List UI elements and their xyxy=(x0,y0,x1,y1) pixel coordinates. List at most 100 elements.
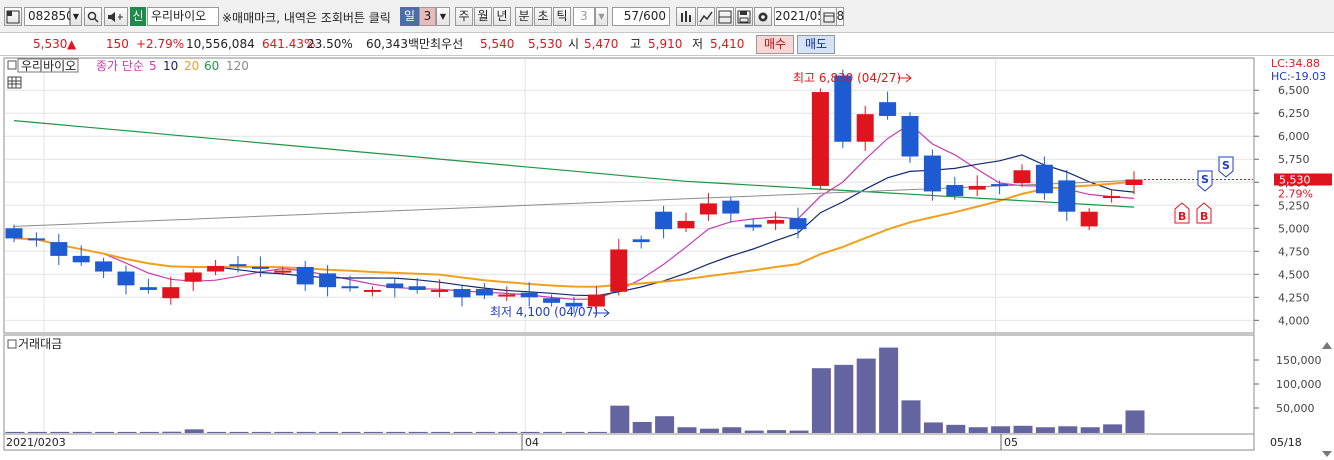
current-price-tag-label: 5,530 xyxy=(1279,173,1311,186)
y-tick-label: 4,500 xyxy=(1278,268,1310,281)
ma-legend-120: 120 xyxy=(226,59,249,73)
candle-body xyxy=(811,92,829,186)
volume-bar xyxy=(363,431,383,433)
volume-bar xyxy=(72,431,92,433)
high-label: 고 xyxy=(630,37,642,51)
candle-body xyxy=(1058,180,1076,212)
svg-text:B: B xyxy=(1178,210,1186,223)
calendar-icon[interactable] xyxy=(820,7,837,26)
candle-body xyxy=(95,261,113,272)
tab-tick[interactable]: 틱 xyxy=(553,7,571,26)
change-arrow: ▲ xyxy=(67,37,77,51)
volume-bar xyxy=(251,431,271,433)
volume-bar xyxy=(229,431,249,433)
tab-month[interactable]: 월 xyxy=(474,7,492,26)
y-tick-label: 4,000 xyxy=(1278,314,1310,327)
volume-bar xyxy=(744,430,764,433)
ma-legend-60: 60 xyxy=(204,59,219,73)
volume-value: 10,556,084 xyxy=(186,37,255,51)
sell-button[interactable]: 매도 xyxy=(797,35,835,54)
ma-legend-20: 20 xyxy=(184,59,199,73)
volume-bar xyxy=(319,431,339,433)
sound-icon[interactable] xyxy=(104,7,128,26)
candle-body xyxy=(767,219,785,224)
tab-day[interactable]: 일 xyxy=(400,7,419,26)
volume-bar xyxy=(699,428,719,433)
search-icon[interactable] xyxy=(84,7,102,26)
tab-day-dropdown[interactable]: ▼ xyxy=(436,7,450,26)
volume-bar xyxy=(162,431,182,433)
scroll-down-icon[interactable] xyxy=(1322,451,1332,457)
tab-year[interactable]: 년 xyxy=(493,7,511,26)
layout-icon[interactable] xyxy=(716,7,734,26)
volume-bar xyxy=(789,430,809,433)
data-count-field[interactable]: 57/600 xyxy=(612,7,670,26)
volume-bar xyxy=(1013,425,1033,433)
volume-bar xyxy=(386,431,406,433)
candle-body xyxy=(520,292,538,298)
volume-bar xyxy=(767,430,787,433)
candle-body xyxy=(991,184,1009,187)
candle-body xyxy=(341,286,359,289)
low-price: 5,410 xyxy=(710,37,745,51)
low-label: 저 xyxy=(692,37,704,51)
candle-body xyxy=(5,228,23,239)
volume-bar xyxy=(27,431,47,433)
candle-body xyxy=(72,255,90,263)
volume-bar xyxy=(453,431,473,433)
x-label-may: 05 xyxy=(1004,436,1018,449)
volume-bar xyxy=(1058,426,1078,433)
candle-body xyxy=(1103,196,1121,199)
volume-bar xyxy=(722,427,742,433)
price-chart[interactable]: 6,5006,2506,0005,7505,5005,2505,0004,750… xyxy=(0,56,1334,457)
best-bid-price: 5,530 xyxy=(528,37,563,51)
window-menu-icon[interactable] xyxy=(4,7,22,26)
candle-body xyxy=(1013,170,1031,184)
candle-body xyxy=(207,266,225,272)
tab-second[interactable]: 초 xyxy=(534,7,552,26)
notice-text: ※매매마크, 내역은 조회버튼 클릭 xyxy=(222,11,391,25)
volume-bar xyxy=(95,431,115,433)
candle-body xyxy=(229,264,247,267)
tab-day-count[interactable]: 3 xyxy=(419,7,436,26)
candle-body xyxy=(744,224,762,228)
volume-bar xyxy=(274,431,294,433)
volume-bar xyxy=(991,426,1011,433)
tab-week[interactable]: 주 xyxy=(455,7,473,26)
volume-bar xyxy=(341,431,361,433)
candle-body xyxy=(1080,211,1098,227)
candle-body xyxy=(162,287,180,299)
volume-bar xyxy=(632,421,652,433)
sub-period-dropdown[interactable]: ▼ xyxy=(595,7,608,26)
y-tick-label: 6,250 xyxy=(1278,107,1310,120)
table-icon[interactable] xyxy=(7,76,22,89)
stock-code-input[interactable]: 082850 xyxy=(24,7,74,26)
current-price: 5,530 xyxy=(33,37,68,51)
chart-tools-icon[interactable] xyxy=(676,7,696,26)
volume-bar xyxy=(856,358,876,433)
save-icon[interactable] xyxy=(735,7,753,26)
candle-body xyxy=(968,185,986,190)
candle-body xyxy=(1035,164,1053,194)
volume-bar xyxy=(587,431,607,433)
crosshair-icon[interactable] xyxy=(697,7,715,26)
high-annotation: 최고 6,830 (04/27) xyxy=(793,71,901,85)
volume-bar xyxy=(811,368,831,433)
scroll-up-icon[interactable] xyxy=(1322,342,1332,349)
tab-minute[interactable]: 분 xyxy=(515,7,533,26)
best-ask-price: 5,540 xyxy=(480,37,515,51)
candle-body xyxy=(856,114,874,142)
volume-bar xyxy=(50,431,70,433)
volume-bar xyxy=(901,400,921,433)
sub-period-field[interactable]: 3 xyxy=(573,7,595,26)
toolbar: 082850 ▼ 신 우리바이오 ※매매마크, 내역은 조회버튼 클릭 일 3 … xyxy=(0,0,1334,33)
stock-name-field[interactable]: 우리바이오 xyxy=(147,7,219,26)
code-dropdown-button[interactable]: ▼ xyxy=(70,7,82,26)
open-label: 시 xyxy=(568,37,580,51)
candle-body xyxy=(453,289,471,298)
candle-body xyxy=(251,266,269,269)
candle-body xyxy=(655,211,673,230)
settings-gear-icon[interactable] xyxy=(754,7,772,26)
buy-button[interactable]: 매수 xyxy=(756,35,794,54)
volume-bar xyxy=(475,431,495,433)
